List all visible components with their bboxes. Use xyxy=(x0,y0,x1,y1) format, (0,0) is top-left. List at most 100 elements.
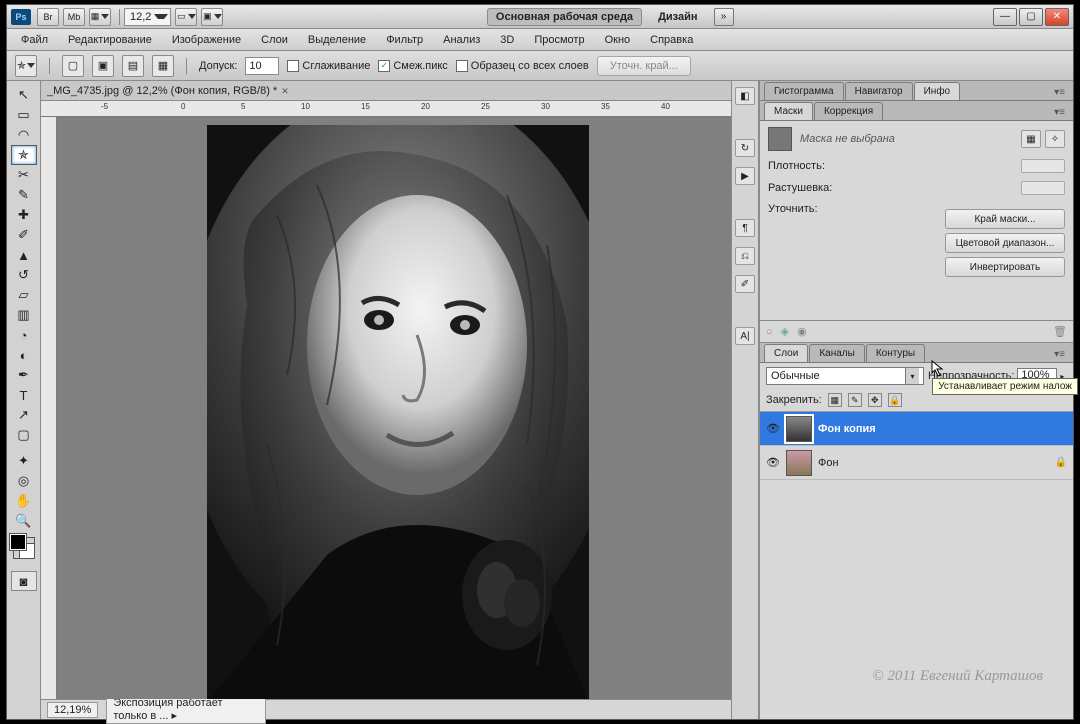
tool-move[interactable]: ↖ xyxy=(11,85,37,105)
antialias-check[interactable]: Сглаживание xyxy=(287,60,370,72)
minibridge-btn[interactable]: Mb xyxy=(63,8,85,26)
tool-eyedropper[interactable]: ✎ xyxy=(11,185,37,205)
canvas[interactable] xyxy=(57,117,731,699)
menu-filter[interactable]: Фильтр xyxy=(378,31,431,49)
workspace-design[interactable]: Дизайн xyxy=(650,9,705,25)
workspace-more[interactable]: » xyxy=(714,8,734,26)
layer-row[interactable]: 👁 Фон копия xyxy=(760,412,1073,446)
strip-icon-1[interactable]: ◧ xyxy=(735,87,755,105)
mask-foot-icon2[interactable]: ◈ xyxy=(781,325,789,338)
lock-transparent-icon[interactable]: ▦ xyxy=(828,393,842,407)
selection-intersect-icon[interactable]: ▦ xyxy=(152,55,174,77)
layer-thumb[interactable] xyxy=(786,416,812,442)
strip-icon-3[interactable]: ▶ xyxy=(735,167,755,185)
tab-paths[interactable]: Контуры xyxy=(866,344,925,362)
menu-edit[interactable]: Редактирование xyxy=(60,31,160,49)
density-field[interactable] xyxy=(1021,159,1065,173)
blend-mode-select[interactable]: Обычные ▾ xyxy=(766,367,924,385)
close-btn[interactable]: ✕ xyxy=(1045,8,1069,26)
mask-foot-icon1[interactable]: ○ xyxy=(766,326,773,338)
menu-layer[interactable]: Слои xyxy=(253,31,296,49)
menu-3d[interactable]: 3D xyxy=(492,31,522,49)
bridge-btn[interactable]: Br xyxy=(37,8,59,26)
strip-icon-7[interactable]: A| xyxy=(735,327,755,345)
tool-history-brush[interactable]: ↺ xyxy=(11,265,37,285)
panel1-menu-icon[interactable]: ▾≡ xyxy=(1050,85,1069,100)
strip-icon-5[interactable]: ⎌ xyxy=(735,247,755,265)
tool-3d-cam[interactable]: ◎ xyxy=(11,471,37,491)
tool-shape[interactable]: ▢ xyxy=(11,425,37,445)
workspace-main[interactable]: Основная рабочая среда xyxy=(487,8,642,26)
tool-hand[interactable]: ✋ xyxy=(11,491,37,511)
tool-lasso[interactable]: ◠ xyxy=(11,125,37,145)
tool-brush[interactable]: ✐ xyxy=(11,225,37,245)
feather-field[interactable] xyxy=(1021,181,1065,195)
arrange-btn[interactable]: ▭ xyxy=(175,8,197,26)
tool-gradient[interactable]: ▥ xyxy=(11,305,37,325)
contiguous-check[interactable]: ✓Смеж.пикс xyxy=(378,60,447,72)
pixel-mask-icon[interactable]: ▦ xyxy=(1021,130,1041,148)
quick-mask-icon[interactable]: ◙ xyxy=(11,571,37,591)
tool-magic-wand[interactable]: ✯ xyxy=(11,145,37,165)
mask-foot-icon3[interactable]: ◉ xyxy=(797,325,807,338)
strip-icon-2[interactable]: ↻ xyxy=(735,139,755,157)
tab-layers[interactable]: Слои xyxy=(764,344,808,362)
tool-healing[interactable]: ✚ xyxy=(11,205,37,225)
color-swatch[interactable] xyxy=(13,537,35,559)
maximize-btn[interactable]: ▢ xyxy=(1019,8,1043,26)
menu-help[interactable]: Справка xyxy=(642,31,701,49)
lock-position-icon[interactable]: ✥ xyxy=(868,393,882,407)
tab-channels[interactable]: Каналы xyxy=(809,344,865,362)
tool-stamp[interactable]: ▲ xyxy=(11,245,37,265)
lock-all-icon[interactable]: 🔒 xyxy=(888,393,902,407)
tool-3d[interactable]: ✦ xyxy=(11,451,37,471)
visibility-icon[interactable]: 👁 xyxy=(766,456,780,470)
tool-pen[interactable]: ✒ xyxy=(11,365,37,385)
vector-mask-icon[interactable]: ✧ xyxy=(1045,130,1065,148)
tab-navigator[interactable]: Навигатор xyxy=(845,82,913,100)
invert-btn[interactable]: Инвертировать xyxy=(945,257,1065,277)
tab-masks[interactable]: Маски xyxy=(764,102,813,120)
layer-thumb[interactable] xyxy=(786,450,812,476)
tool-type[interactable]: T xyxy=(11,385,37,405)
view-extras-btn[interactable]: ▦ xyxy=(89,8,111,26)
tool-blur[interactable]: ◔ xyxy=(11,325,37,345)
tab-adjustments[interactable]: Коррекция xyxy=(814,102,883,120)
tool-preset-icon[interactable]: ✯ xyxy=(15,55,37,77)
tab-close-icon[interactable]: ✕ xyxy=(281,86,291,96)
screen-mode-btn[interactable]: ▣ xyxy=(201,8,223,26)
menu-analysis[interactable]: Анализ xyxy=(435,31,488,49)
tab-histogram[interactable]: Гистограмма xyxy=(764,82,844,100)
strip-icon-6[interactable]: ✐ xyxy=(735,275,755,293)
masks-menu-icon[interactable]: ▾≡ xyxy=(1050,105,1069,120)
tool-eraser[interactable]: ▱ xyxy=(11,285,37,305)
lock-pixels-icon[interactable]: ✎ xyxy=(848,393,862,407)
refine-edge-btn[interactable]: Уточн. край... xyxy=(597,56,691,76)
menu-image[interactable]: Изображение xyxy=(164,31,249,49)
menu-select[interactable]: Выделение xyxy=(300,31,374,49)
selection-sub-icon[interactable]: ▤ xyxy=(122,55,144,77)
visibility-icon[interactable]: 👁 xyxy=(766,422,780,436)
status-zoom[interactable]: 12,19% xyxy=(47,702,98,718)
minimize-btn[interactable]: — xyxy=(993,8,1017,26)
selection-new-icon[interactable]: ▢ xyxy=(62,55,84,77)
tool-zoom[interactable]: 🔍 xyxy=(11,511,37,531)
selection-add-icon[interactable]: ▣ xyxy=(92,55,114,77)
document-tab[interactable]: _MG_4735.jpg @ 12,2% (Фон копия, RGB/8) … xyxy=(41,81,731,101)
tool-crop[interactable]: ✂ xyxy=(11,165,37,185)
layers-menu-icon[interactable]: ▾≡ xyxy=(1050,347,1069,362)
strip-icon-4[interactable]: ¶ xyxy=(735,219,755,237)
zoom-level[interactable]: 12,2 xyxy=(124,8,171,26)
mask-edge-btn[interactable]: Край маски... xyxy=(945,209,1065,229)
tool-path[interactable]: ↗ xyxy=(11,405,37,425)
tolerance-input[interactable] xyxy=(245,57,279,75)
tab-info[interactable]: Инфо xyxy=(914,82,961,100)
menu-file[interactable]: Файл xyxy=(13,31,56,49)
layer-row[interactable]: 👁 Фон 🔒 xyxy=(760,446,1073,480)
menu-view[interactable]: Просмотр xyxy=(526,31,592,49)
tool-marquee[interactable]: ▭ xyxy=(11,105,37,125)
mask-foot-icon4[interactable]: 🗑 xyxy=(1053,325,1067,338)
tool-dodge[interactable]: ◐ xyxy=(11,345,37,365)
color-range-btn[interactable]: Цветовой диапазон... xyxy=(945,233,1065,253)
sample-all-check[interactable]: Образец со всех слоев xyxy=(456,60,589,72)
